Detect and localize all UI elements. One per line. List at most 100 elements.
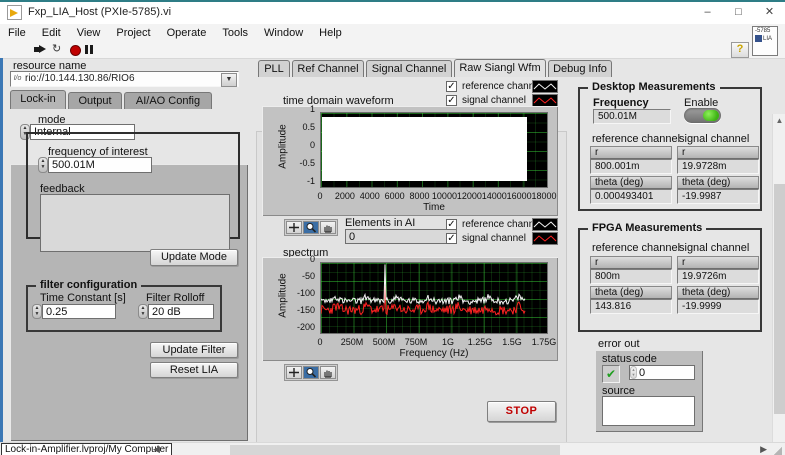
filter-rolloff-input[interactable]: 20 dB — [148, 304, 214, 319]
fpga-measurements-group: FPGA Measurements reference channel sign… — [578, 228, 762, 332]
tick-label: 18000 — [527, 191, 561, 201]
time-constant-label: Time Constant [s] — [40, 292, 126, 304]
error-out-label: error out — [598, 338, 640, 350]
reference-plot-swatch[interactable] — [532, 218, 558, 231]
tick-label: 1 — [310, 104, 315, 114]
vi-icon-text-2: LIA — [763, 36, 772, 42]
reference-plot-swatch[interactable] — [532, 80, 558, 93]
time-y-axis-label: Amplitude — [278, 112, 289, 182]
pause-icon[interactable] — [85, 45, 93, 54]
menu-window[interactable]: Window — [256, 26, 311, 40]
tick-label: -0.5 — [299, 158, 315, 168]
maximize-button[interactable]: □ — [723, 2, 754, 24]
r-label: r — [590, 146, 672, 159]
tick-label: 1.5G — [495, 337, 529, 347]
reference-channel-checkbox[interactable]: ✓ — [446, 81, 457, 92]
menu-view[interactable]: View — [69, 26, 109, 40]
status-label: status — [602, 353, 631, 365]
tick-label: -200 — [297, 322, 315, 332]
fpga-reference-cluster: r 800m theta (deg) 143.816 — [590, 256, 672, 314]
close-button[interactable]: ✕ — [754, 2, 785, 24]
r-value: 800m — [590, 269, 672, 284]
panel-left-edge — [0, 58, 3, 442]
scroll-left-icon[interactable]: ◀ — [153, 444, 160, 455]
resource-dropdown-arrow[interactable]: ▼ — [221, 73, 237, 87]
zoom-tool-icon[interactable] — [303, 366, 319, 379]
tab-signal-channel[interactable]: Signal Channel — [366, 60, 452, 77]
vi-icon-thumbnail[interactable]: -5785 LIA — [752, 26, 778, 56]
elements-in-ai-indicator: 0 — [345, 229, 457, 244]
enable-toggle[interactable] — [684, 108, 721, 123]
signal-channel-checkbox[interactable]: ✓ — [446, 233, 457, 244]
menu-tools[interactable]: Tools — [214, 26, 256, 40]
execution-context-selector[interactable]: Lock-in-Amplifier.lvproj/My Computer — [1, 443, 172, 455]
tick-label: 0 — [303, 337, 337, 347]
time-plot-area[interactable] — [320, 112, 548, 188]
reference-channel-checkbox[interactable]: ✓ — [446, 219, 457, 230]
pan-tool-icon[interactable] — [320, 221, 336, 234]
help-question-glyph: ? — [737, 43, 744, 55]
menu-edit[interactable]: Edit — [34, 26, 69, 40]
tick-label: 1.25G — [463, 337, 497, 347]
minimize-button[interactable]: – — [692, 2, 723, 24]
title-bar[interactable]: Fxp_LIA_Host (PXIe-5785).vi – □ ✕ — [0, 2, 785, 25]
tab-ai-ao-config[interactable]: AI/AO Config — [124, 92, 212, 109]
scroll-up-icon[interactable]: ▲ — [773, 116, 785, 125]
legend-signal-label: signal channel — [462, 233, 526, 244]
code-indicator: 0 — [629, 365, 695, 380]
time-constant-input[interactable]: 0.25 — [42, 304, 116, 319]
source-indicator — [602, 396, 695, 426]
horizontal-scroll-thumb[interactable] — [230, 445, 560, 455]
bottom-scrollbar: Lock-in-Amplifier.lvproj/My Computer ◀ ▶ — [0, 442, 785, 455]
desktop-measurements-group: Desktop Measurements Frequency 500.01M E… — [578, 87, 762, 211]
tick-label: 250M — [335, 337, 369, 347]
tab-debug-info[interactable]: Debug Info — [548, 60, 612, 77]
update-filter-button[interactable]: Update Filter — [150, 342, 238, 358]
tick-label: 0 — [310, 140, 315, 150]
resource-name-combo[interactable]: I/o rio://10.144.130.86/RIO6 ▼ — [10, 71, 239, 87]
time-constant-spinner[interactable]: ▲▼ — [32, 304, 42, 319]
reset-lia-button[interactable]: Reset LIA — [150, 362, 238, 378]
menu-project[interactable]: Project — [108, 26, 158, 40]
spectrum-y-tick-labels: 0-50-100-150-200 — [288, 258, 318, 330]
pan-tool-icon[interactable] — [320, 366, 336, 379]
zoom-tool-icon[interactable] — [303, 221, 319, 234]
run-continuously-icon[interactable]: ↻ — [52, 42, 61, 55]
filter-rolloff-spinner[interactable]: ▲▼ — [138, 304, 148, 319]
menu-help[interactable]: Help — [311, 26, 350, 40]
error-out-cluster: status code ✔ 0 ▲▼ source — [595, 350, 703, 432]
theta-value: -19.9999 — [677, 299, 759, 314]
legend-row-reference: ✓ reference channel — [446, 80, 558, 94]
desktop-measurements-title: Desktop Measurements — [588, 81, 720, 93]
frequency-of-interest-input[interactable]: 500.01M — [48, 157, 152, 173]
signal-plot-swatch[interactable] — [532, 232, 558, 245]
spectrum-plot-area[interactable] — [320, 262, 548, 334]
scroll-right-icon[interactable]: ▶ — [760, 444, 767, 455]
cursor-tool-icon[interactable] — [286, 221, 302, 234]
dense-waveform-fill — [322, 117, 527, 182]
desktop-signal-cluster: r 19.9728m theta (deg) -19.9987 — [677, 146, 759, 204]
r-label: r — [677, 146, 759, 159]
context-help-button[interactable]: ? — [731, 42, 749, 58]
abort-icon[interactable] — [70, 45, 81, 56]
vertical-scroll-thumb[interactable] — [774, 184, 785, 414]
tab-output[interactable]: Output — [68, 92, 122, 109]
menu-file[interactable]: File — [0, 26, 34, 40]
run-icon[interactable] — [34, 45, 47, 54]
labview-front-panel-window: Fxp_LIA_Host (PXIe-5785).vi – □ ✕ File E… — [0, 0, 785, 455]
update-mode-button[interactable]: Update Mode — [150, 249, 238, 266]
tab-ref-channel[interactable]: Ref Channel — [292, 60, 364, 77]
cursor-tool-icon[interactable] — [286, 366, 302, 379]
stop-button[interactable]: STOP — [487, 401, 556, 422]
vertical-scrollbar[interactable]: ▲ ▼ — [772, 114, 785, 455]
legend-row-reference: ✓ reference channel — [446, 218, 558, 232]
menu-operate[interactable]: Operate — [159, 26, 215, 40]
tick-label: 1.75G — [527, 337, 561, 347]
tab-raw-siangl-wfm[interactable]: Raw Siangl Wfm — [454, 59, 546, 77]
code-spinner: ▲▼ — [630, 366, 637, 379]
tab-lock-in[interactable]: Lock-in — [10, 90, 66, 109]
resize-grip[interactable] — [773, 447, 782, 455]
frequency-spinner[interactable]: ▲▼ — [38, 157, 48, 173]
tab-pll[interactable]: PLL — [258, 60, 290, 77]
signal-channel-checkbox[interactable]: ✓ — [446, 95, 457, 106]
